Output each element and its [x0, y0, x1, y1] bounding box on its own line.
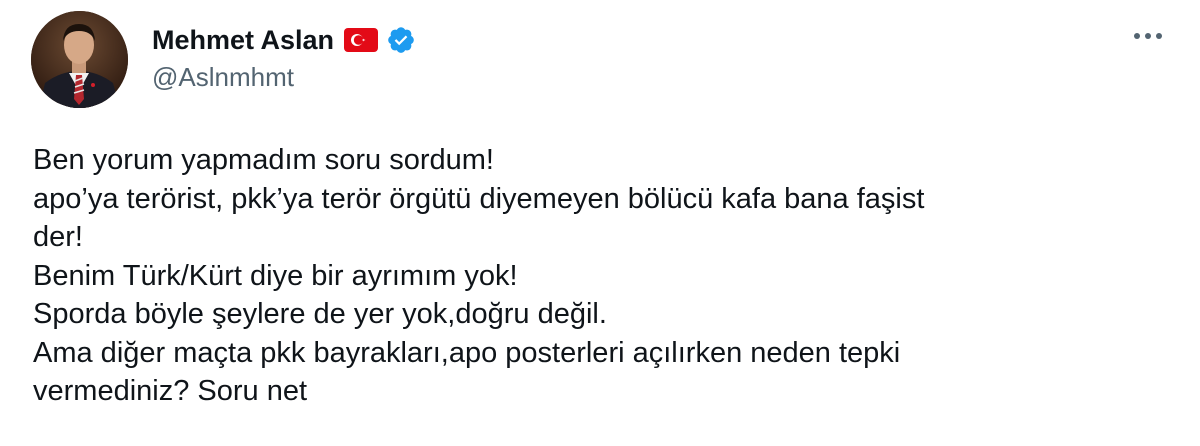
tweet-text-line: der! — [33, 221, 83, 253]
more-options-button[interactable] — [1128, 18, 1168, 54]
tweet-text-line: Ben yorum yapmadım soru sordum! — [33, 144, 494, 176]
avatar-image — [31, 11, 128, 108]
avatar[interactable] — [31, 11, 128, 108]
verified-badge-icon[interactable] — [386, 25, 416, 55]
author-display-name[interactable]: Mehmet Aslan — [152, 25, 334, 56]
turkey-flag-icon — [344, 28, 379, 52]
tweet-card: Mehmet Aslan @Aslnmhmt Ben yorum yapmadı… — [0, 0, 1200, 446]
author-name-row: Mehmet Aslan — [152, 20, 416, 60]
tweet-text-line: Benim Türk/Kürt diye bir ayrımım yok! — [33, 259, 518, 292]
tweet-text-line: Sporda böyle şeylere de yer yok,doğru de… — [33, 298, 607, 330]
tweet-text-line: apo’ya terörist, pkk’ya terör örgütü diy… — [33, 182, 925, 215]
author-handle[interactable]: @Aslnmhmt — [152, 62, 294, 93]
tweet-text-line: Ama diğer maçta pkk bayrakları,apo poste… — [33, 336, 901, 369]
more-options-icon — [1134, 33, 1162, 39]
tweet-text-line: vermediniz? Soru net — [33, 375, 308, 407]
tweet-text: Ben yorum yapmadım soru sordum! apo’ya t… — [33, 141, 1153, 411]
